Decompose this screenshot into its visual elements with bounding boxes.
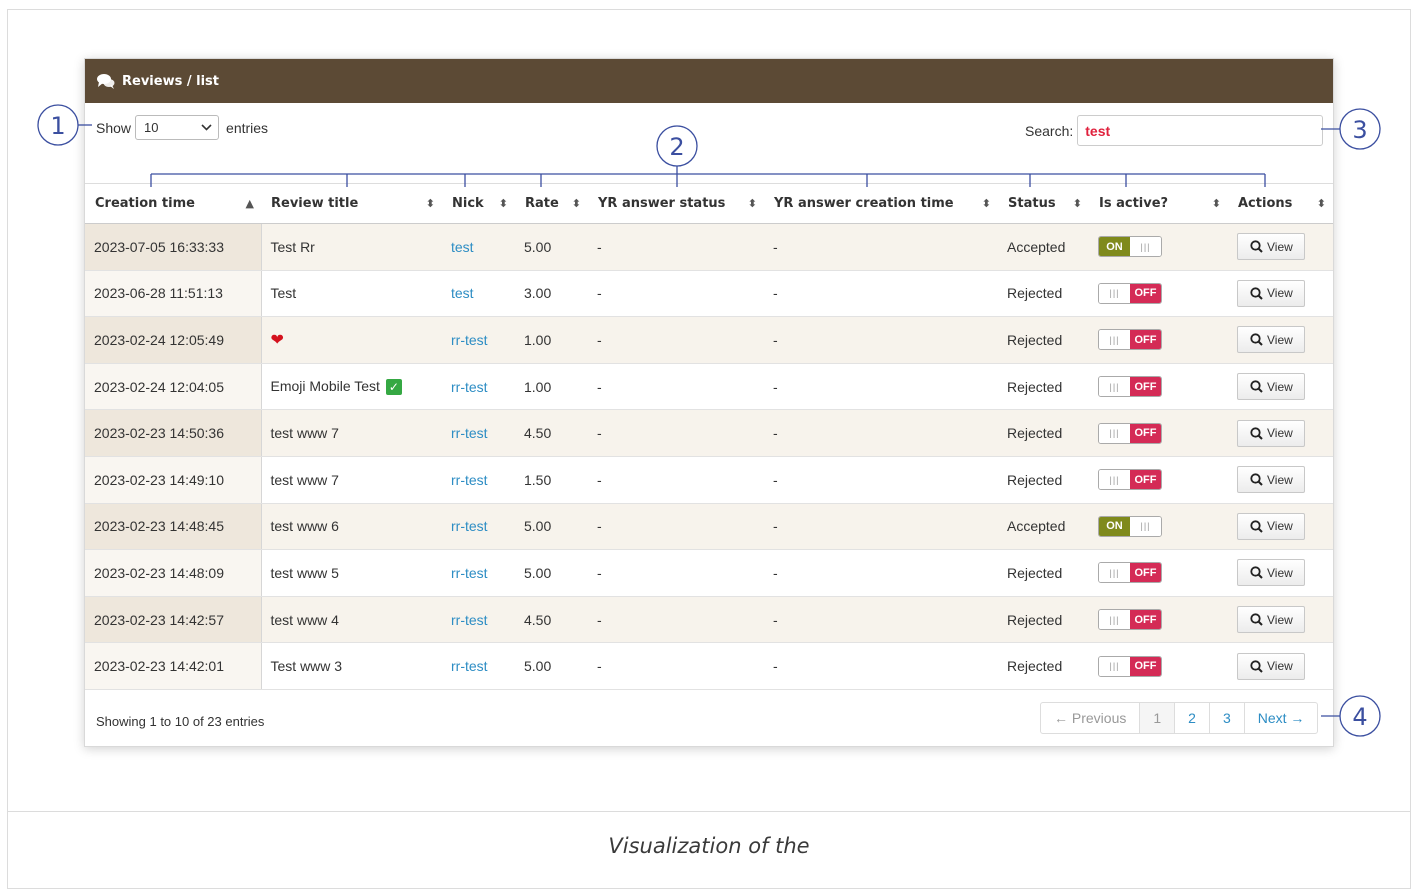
figure-caption: Visualization of the <box>608 834 810 858</box>
callout-1: 1 <box>50 112 65 140</box>
callout-3: 3 <box>1352 116 1367 144</box>
callout-overlay: 1 2 3 4 <box>37 104 1381 737</box>
callout-4: 4 <box>1352 703 1367 731</box>
callout-2: 2 <box>669 133 684 161</box>
